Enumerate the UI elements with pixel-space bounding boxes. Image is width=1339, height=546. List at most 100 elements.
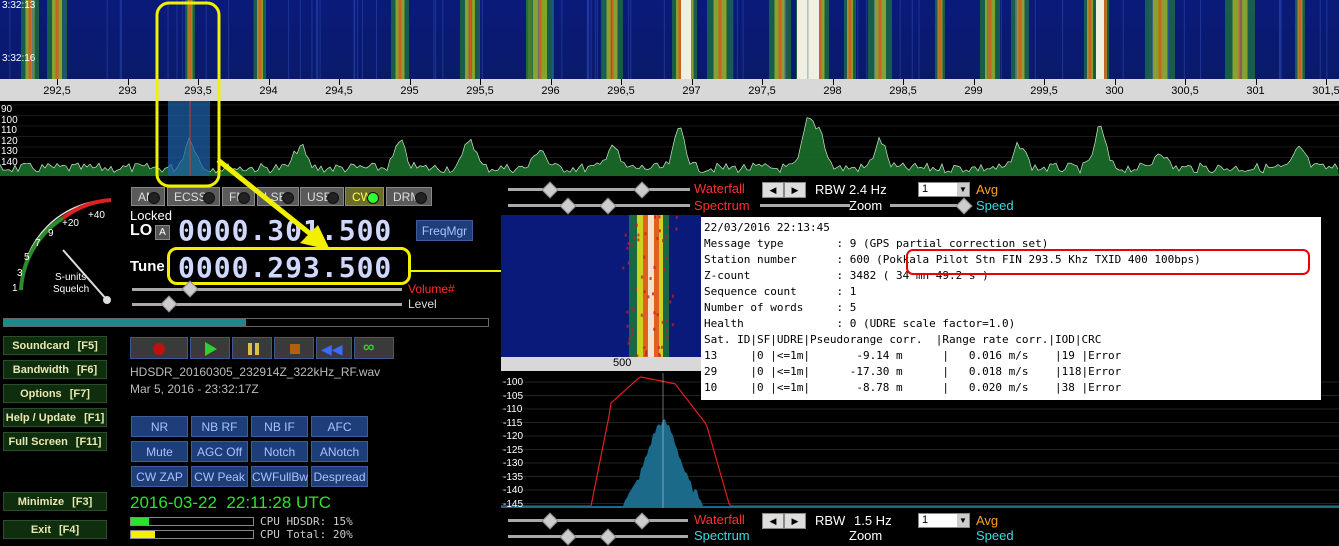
dsp-button-cw-zap[interactable]: CW ZAP: [131, 466, 188, 487]
side-button-label: Full Screen: [8, 436, 68, 448]
side-button-key: [F5]: [77, 340, 98, 352]
side-button-exit[interactable]: Exit [F4]: [3, 520, 107, 539]
stop-icon: [290, 344, 300, 354]
play-button[interactable]: [190, 337, 230, 359]
af-db-scale: -100 -105 -110 -115 -120 -125 -130 -135 -140 -…: [503, 377, 524, 510]
speed-label: Speed: [976, 198, 1014, 213]
dsp-button-cw-peak[interactable]: CW Peak: [191, 466, 248, 487]
af-waterfall-slider-2-thumb[interactable]: [633, 512, 651, 530]
dsp-button-mute[interactable]: Mute: [131, 441, 188, 462]
af-display-controls: Waterfall Spectrum ◀ ▶ RBW 1.5 Hz 1 ▼ Av…: [504, 511, 1024, 546]
af-spectrum-label: Spectrum: [694, 528, 750, 543]
side-button-key: [F11]: [75, 436, 102, 448]
decoder-line: Health : 0 (UDRE scale factor=1.0): [704, 317, 1016, 330]
dsp-button-agc-off[interactable]: AGC Off: [191, 441, 248, 462]
side-button-options[interactable]: Options [F7]: [3, 384, 107, 403]
af-rbw-value: 1.5 Hz: [854, 513, 892, 528]
dsp-button-nb-rf[interactable]: NB RF: [191, 416, 248, 437]
rewind-icon: ◀◀: [321, 341, 343, 357]
af-waterfall[interactable]: [501, 215, 701, 368]
chevron-down-icon: ▼: [957, 514, 969, 527]
rbw-down-button[interactable]: ◀: [762, 182, 784, 198]
rf-display-controls: Waterfall Spectrum ◀ ▶ RBW 2.4 Hz 1 ▼ Av…: [504, 180, 1024, 215]
af-waterfall-slider-1-thumb[interactable]: [541, 512, 559, 530]
decoder-line: 10 |0 |<=1m| -8.78 m | 0.020 m/s |38 |Er…: [704, 381, 1122, 394]
af-avg-select[interactable]: 1 ▼: [918, 513, 970, 528]
recording-date: Mar 5, 2016 - 23:32:17Z: [130, 382, 259, 396]
af-spectrum-slider-1[interactable]: [508, 535, 688, 538]
side-button-key: [F1]: [84, 412, 105, 424]
cpu-total-bar: [130, 530, 254, 539]
level-label: Level: [408, 297, 437, 311]
dsp-button-nr[interactable]: NR: [131, 416, 188, 437]
cpu-hdsdr-text: CPU HDSDR: 15%: [260, 515, 353, 528]
side-button-label: Exit: [30, 524, 51, 536]
play-icon: [205, 342, 217, 356]
loop-icon: ∞: [363, 339, 375, 356]
af-avg-label: Avg: [976, 513, 999, 528]
rf-waterfall-slider-2-thumb[interactable]: [633, 181, 651, 199]
stop-button[interactable]: [274, 337, 314, 359]
dsp-button-despread[interactable]: Despread: [311, 466, 368, 487]
af-zoom-label: Zoom: [849, 528, 883, 543]
side-button-soundcard[interactable]: Soundcard [F5]: [3, 336, 107, 355]
volume-slider-track[interactable]: [132, 288, 402, 291]
decoder-line: 13 |0 |<=1m| -9.14 m | 0.016 m/s |19 |Er…: [704, 349, 1122, 362]
clock-time: 22:11:28 UTC: [226, 493, 331, 512]
dsp-button-anotch[interactable]: ANotch: [311, 441, 368, 462]
side-button-label: Options: [20, 388, 62, 400]
recording-filename: HDSDR_20160305_232914Z_322kHz_RF.wav: [130, 365, 381, 379]
af-waterfall-slider-1[interactable]: [508, 519, 688, 522]
side-button-label: Minimize: [17, 496, 65, 508]
side-button-bandwidth[interactable]: Bandwidth [F6]: [3, 360, 107, 379]
rbw-up-button[interactable]: ▶: [784, 182, 806, 198]
dsp-button-nb-if[interactable]: NB IF: [251, 416, 308, 437]
rf-spectrum-slider-1-thumb[interactable]: [559, 197, 577, 215]
rbw-value: 2.4 Hz: [849, 182, 887, 197]
loop-button[interactable]: ∞: [354, 337, 394, 359]
side-button-key: [F7]: [69, 388, 90, 400]
zoom-slider-left[interactable]: [760, 204, 850, 207]
zoom-label: Zoom: [849, 198, 883, 213]
decoder-line: 29 |0 |<=1m| -17.30 m | 0.018 m/s |118|E…: [704, 365, 1122, 378]
side-button-key: [F4]: [59, 524, 80, 536]
playback-progress-fill: [4, 319, 246, 326]
rbw-label: RBW: [815, 182, 846, 197]
rf-waterfall-label: Waterfall: [694, 181, 745, 196]
decoder-line: Sequence count : 1: [704, 285, 857, 298]
side-button-label: Bandwidth: [12, 364, 70, 376]
speed-slider-thumb[interactable]: [955, 197, 973, 215]
decoder-line: Sat. ID|SF|UDRE|Pseudorange corr. |Range…: [704, 333, 1102, 346]
dsp-button-notch[interactable]: Notch: [251, 441, 308, 462]
rf-waterfall-slider-1-thumb[interactable]: [541, 181, 559, 199]
side-button-full-screen[interactable]: Full Screen [F11]: [3, 432, 107, 451]
record-button[interactable]: [130, 337, 188, 359]
side-button-key: [F3]: [72, 496, 93, 508]
avg-select[interactable]: 1 ▼: [918, 182, 970, 197]
chevron-down-icon: ▼: [957, 183, 969, 196]
utc-clock: 2016-03-22 22:11:28 UTC: [130, 493, 331, 513]
af-rbw-down-button[interactable]: ◀: [762, 513, 784, 529]
playback-progress[interactable]: [3, 318, 489, 327]
af-waterfall-label: Waterfall: [694, 512, 745, 527]
station-highlight: [906, 249, 1310, 275]
af-rbw-up-button[interactable]: ▶: [784, 513, 806, 529]
side-button-label: Help / Update: [5, 412, 77, 424]
af-scale: 500: [501, 357, 701, 371]
side-button-label: Soundcard: [12, 340, 70, 352]
rf-spectrum-slider-2-thumb[interactable]: [599, 197, 617, 215]
side-button-help-update[interactable]: Help / Update [F1]: [3, 408, 107, 427]
rewind-button[interactable]: ◀◀: [316, 337, 352, 359]
rf-spectrum-label: Spectrum: [694, 198, 750, 213]
dsp-button-cwfullbw[interactable]: CWFullBw: [251, 466, 308, 487]
pause-button[interactable]: [232, 337, 272, 359]
side-button-key: [F6]: [77, 364, 98, 376]
cpu-hdsdr-bar: [130, 517, 254, 526]
decoder-line: Number of words : 5: [704, 301, 857, 314]
side-button-minimize[interactable]: Minimize [F3]: [3, 492, 107, 511]
volume-label: Volume#: [408, 282, 455, 296]
transport-bar: ◀◀ ∞: [130, 337, 394, 359]
cpu-total-text: CPU Total: 20%: [260, 528, 353, 541]
dsp-button-afc[interactable]: AFC: [311, 416, 368, 437]
clock-date: 2016-03-22: [130, 493, 217, 512]
